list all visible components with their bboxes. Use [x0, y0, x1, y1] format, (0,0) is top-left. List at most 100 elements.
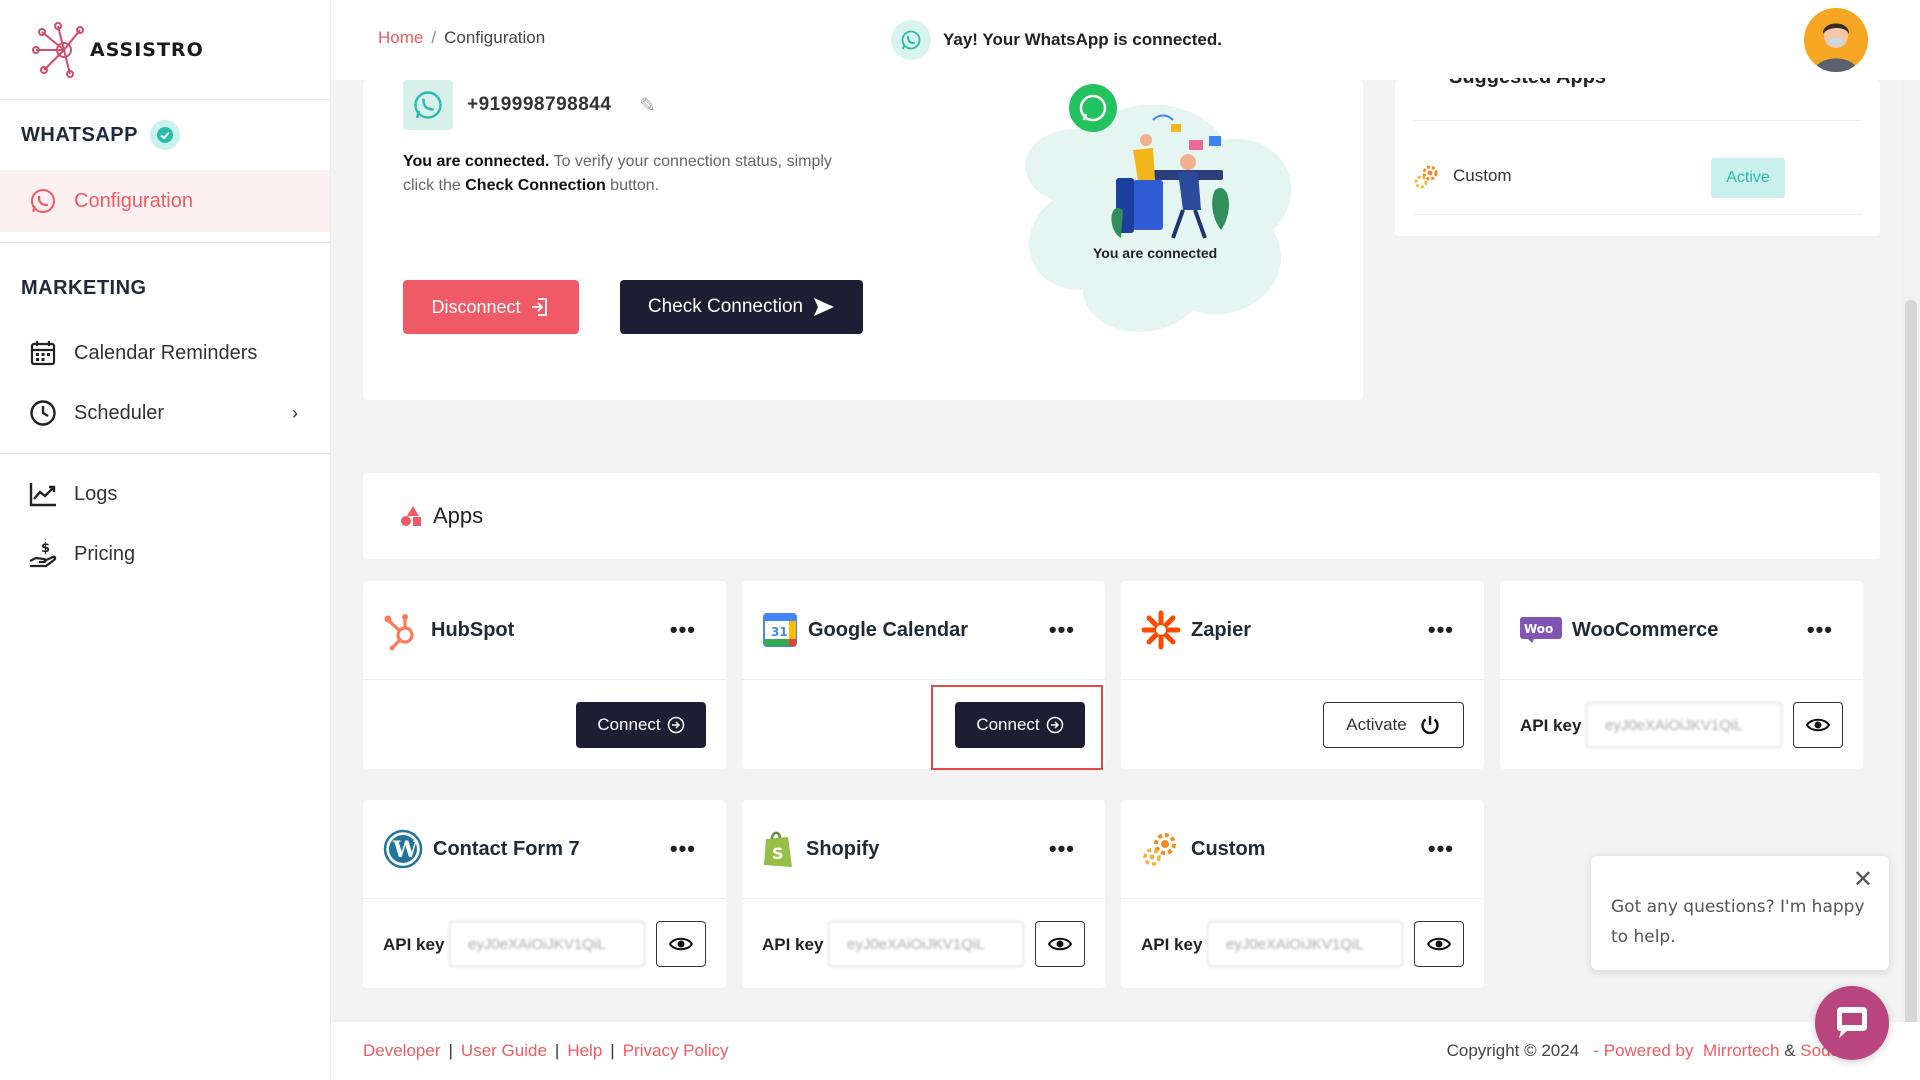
activate-button[interactable]: Activate [1323, 702, 1464, 748]
svg-text:Woo: Woo [1524, 622, 1553, 636]
eye-icon [1806, 718, 1830, 732]
app-name: HubSpot [431, 618, 515, 641]
zapier-icon [1141, 610, 1181, 650]
show-key-button[interactable] [1414, 921, 1464, 967]
whatsapp-icon [403, 80, 453, 130]
close-icon[interactable]: ✕ [1853, 864, 1873, 894]
section-whatsapp: WHATSAPP [0, 100, 330, 170]
eye-icon [1427, 937, 1451, 951]
connection-status-text: Yay! Your WhatsApp is connected. [943, 30, 1222, 49]
api-key-label: API key [762, 935, 824, 954]
sidebar-item-logs[interactable]: Logs [0, 464, 330, 524]
connected-illustration [1025, 84, 1292, 332]
power-icon [1421, 716, 1439, 735]
hubspot-icon [384, 614, 414, 651]
breadcrumb-separator: / [431, 28, 437, 47]
footer-links: Developer | User Guide | Help | Privacy Policy [363, 1041, 729, 1061]
scrollbar-thumb[interactable] [1905, 300, 1917, 1080]
more-icon[interactable]: ••• [670, 836, 696, 862]
svg-text:$: $ [41, 541, 50, 556]
more-icon[interactable]: ••• [1049, 836, 1075, 862]
connection-text-end: button. [605, 177, 660, 194]
disconnect-label: Disconnect [431, 296, 521, 317]
activate-label: Activate [1346, 715, 1407, 734]
suggested-apps-card: Suggested Apps Custom Active [1395, 78, 1880, 236]
disconnect-button[interactable]: Disconnect [403, 280, 579, 334]
section-marketing-label: MARKETING [21, 276, 147, 299]
chat-button[interactable] [1815, 986, 1889, 1060]
svg-text:S: S [772, 844, 784, 863]
avatar[interactable] [1804, 8, 1868, 72]
company-link-mirrortech[interactable]: Mirrortech [1703, 1041, 1780, 1060]
status-badge: Active [1711, 158, 1785, 198]
powered-by: - Powered by [1593, 1041, 1694, 1060]
footer-link-privacy[interactable]: Privacy Policy [623, 1041, 729, 1060]
app-name: Shopify [806, 837, 880, 860]
footer-link-help[interactable]: Help [567, 1041, 602, 1060]
more-icon[interactable]: ••• [1049, 617, 1075, 643]
sidebar-item-calendar-reminders[interactable]: Calendar Reminders [0, 323, 330, 383]
show-key-button[interactable] [1793, 702, 1843, 748]
edit-icon[interactable]: ✎ [639, 93, 656, 118]
breadcrumb-home[interactable]: Home [378, 28, 423, 47]
app-card-zapier: Zapier ••• Activate [1121, 581, 1484, 769]
sidebar-item-scheduler[interactable]: Scheduler › [0, 383, 330, 443]
logo[interactable]: ASSISTRO [0, 0, 330, 100]
amp: & [1784, 1041, 1796, 1060]
breadcrumb-current: Configuration [444, 28, 546, 47]
apps-title: Apps [433, 503, 484, 528]
more-icon[interactable]: ••• [670, 617, 696, 643]
sidebar-item-label: Configuration [74, 189, 193, 212]
sidebar-item-label: Calendar Reminders [74, 341, 258, 364]
app-name: Contact Form 7 [433, 837, 580, 860]
shopify-icon: S [764, 831, 792, 867]
suggested-item[interactable]: Custom [1413, 162, 1512, 190]
suggested-item-name: Custom [1453, 166, 1512, 185]
chevron-right-icon: › [292, 402, 298, 423]
connection-status: Yay! Your WhatsApp is connected. [891, 20, 1222, 60]
chat-popup: ✕ Got any questions? I'm happy to help. [1591, 856, 1889, 970]
api-key-input[interactable] [1586, 702, 1782, 748]
api-key-label: API key [1520, 716, 1582, 735]
connected-label: You are connected. [403, 153, 550, 170]
hand-dollar-icon: $ [28, 539, 58, 569]
app-card-hubspot: HubSpot ••• Connect [363, 581, 726, 769]
send-icon [814, 298, 835, 316]
arrow-circle-icon [1046, 716, 1063, 734]
api-key-input[interactable] [1207, 921, 1403, 967]
footer-separator: | [610, 1041, 615, 1060]
footer: Developer | User Guide | Help | Privacy Policy… [331, 1022, 1920, 1080]
show-key-button[interactable] [656, 921, 706, 967]
connection-card: +919998798844 ✎ You are connected. To ve… [363, 80, 1363, 400]
footer-separator: | [554, 1041, 560, 1060]
app-name: Google Calendar [808, 618, 969, 641]
show-key-button[interactable] [1035, 921, 1085, 967]
footer-link-user-guide[interactable]: User Guide [461, 1041, 547, 1060]
api-key-label: API key [1141, 935, 1203, 954]
logo-text: ASSISTRO [90, 38, 204, 61]
api-key-input[interactable] [449, 921, 645, 967]
connect-button[interactable]: Connect [955, 702, 1085, 748]
connect-label: Connect [597, 715, 661, 734]
phone-number: +919998798844 [467, 94, 612, 115]
gears-icon [1143, 833, 1176, 866]
footer-link-developer[interactable]: Developer [363, 1041, 441, 1060]
scrollbar[interactable] [1902, 80, 1920, 1080]
illustration-caption: You are connected [1093, 245, 1218, 261]
check-connection-button[interactable]: Check Connection [620, 280, 863, 334]
sidebar-item-pricing[interactable]: $ Pricing [0, 524, 330, 584]
divider [0, 453, 330, 454]
sidebar-item-label: Logs [74, 482, 118, 505]
app-card-custom: Custom ••• API key [1121, 800, 1484, 988]
clock-icon [28, 398, 58, 428]
connect-button[interactable]: Connect [576, 702, 706, 748]
svg-text:W: W [392, 837, 418, 863]
more-icon[interactable]: ••• [1428, 617, 1454, 643]
sidebar-item-configuration[interactable]: Configuration [0, 170, 330, 232]
eye-icon [669, 937, 693, 951]
woocommerce-icon: Woo [1520, 617, 1562, 643]
more-icon[interactable]: ••• [1807, 617, 1833, 643]
app-card-woocommerce: Woo WooCommerce ••• API key [1500, 581, 1863, 769]
api-key-input[interactable] [828, 921, 1024, 967]
more-icon[interactable]: ••• [1428, 836, 1454, 862]
